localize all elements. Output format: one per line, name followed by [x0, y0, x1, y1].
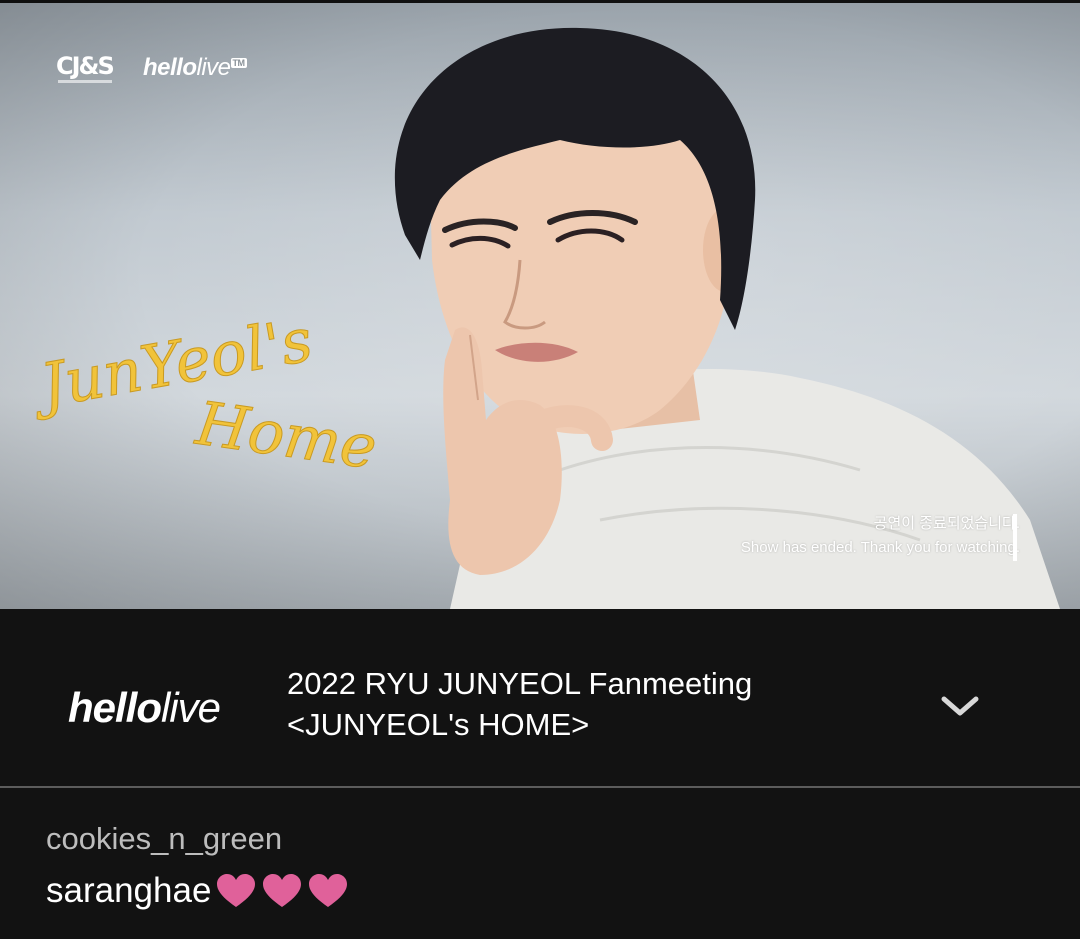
video-player[interactable]: CJ&S hellolive TM JunYeol's Home 공연이 종료되었…: [0, 0, 1080, 609]
chevron-down-icon[interactable]: [938, 689, 982, 721]
heart-icon: [263, 874, 302, 907]
show-ended-korean: 공연이 종료되었습니다.: [873, 515, 1020, 532]
hellolive-logo: hellolive: [68, 684, 221, 731]
junyeols-home-script-logo: JunYeol's Home: [36, 305, 381, 484]
show-ended-notice: 공연이 종료되었습니다. Show has ended. Thank you f…: [741, 512, 1020, 560]
comment-message: saranghae: [46, 871, 212, 910]
comment-text: saranghae: [46, 871, 349, 911]
show-ended-english: Show has ended. Thank you for watching.: [740, 539, 1020, 556]
cjes-logo: CJ&S: [56, 52, 115, 80]
stream-title-line2: <JUNYEOL's HOME>: [287, 707, 590, 742]
comment-username: cookies_n_green: [46, 821, 283, 856]
hellolive-logo-small: hellolive TM: [143, 54, 247, 81]
svg-text:Home: Home: [191, 389, 381, 484]
cjes-logo-underline: [58, 80, 112, 83]
heart-icon: [217, 874, 256, 907]
chat-comment: cookies_n_green saranghae: [0, 788, 1080, 939]
notice-bar: [1013, 514, 1017, 561]
stream-info-bar: hellolive 2022 RYU JUNYEOL Fanmeeting <J…: [0, 609, 1080, 787]
stream-title-line1: 2022 RYU JUNYEOL Fanmeeting: [287, 666, 753, 701]
heart-icon: [309, 874, 348, 907]
